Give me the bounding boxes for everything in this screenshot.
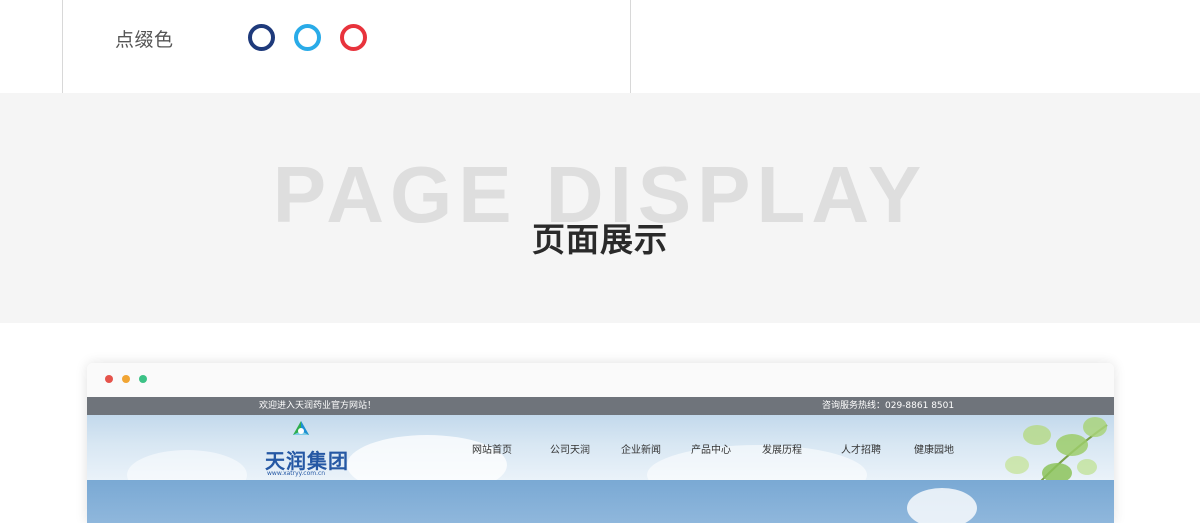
site-hero-banner bbox=[87, 480, 1114, 523]
logo-url: www.xatryy.com.cn bbox=[267, 470, 326, 477]
browser-mockup: 欢迎进入天润药业官方网站！ 咨询服务热线：029-8861 8501 天润集团 … bbox=[87, 363, 1114, 523]
cloud bbox=[127, 450, 247, 480]
leaves-decoration bbox=[1005, 417, 1108, 480]
nav-item-history[interactable]: 发展历程 bbox=[762, 441, 802, 456]
browser-title-bar bbox=[87, 363, 1114, 397]
window-maximize-dot bbox=[139, 375, 147, 383]
nav-item-news[interactable]: 企业新闻 bbox=[621, 441, 661, 456]
site-top-bar: 欢迎进入天润药业官方网站！ 咨询服务热线：029-8861 8501 bbox=[87, 397, 1114, 415]
nav-item-home[interactable]: 网站首页 bbox=[472, 441, 512, 456]
banner-title-chinese: 页面展示 bbox=[532, 220, 668, 259]
hotline-text: 咨询服务热线：029-8861 8501 bbox=[822, 401, 955, 411]
accent-swatch-red bbox=[340, 24, 367, 51]
window-minimize-dot bbox=[122, 375, 130, 383]
cloud bbox=[647, 445, 867, 480]
divider-line bbox=[630, 0, 631, 93]
page-display-banner: PAGE DISPLAY 页面展示 bbox=[0, 93, 1200, 323]
divider-line bbox=[62, 0, 63, 93]
site-header: 天润集团 www.xatryy.com.cn 网站首页 公司天润 企业新闻 产品… bbox=[87, 415, 1114, 480]
logo-icon bbox=[293, 421, 309, 435]
window-close-dot bbox=[105, 375, 113, 383]
accent-swatch-sky-blue bbox=[294, 24, 321, 51]
nav-item-company[interactable]: 公司天润 bbox=[550, 441, 590, 456]
cloud bbox=[907, 488, 977, 523]
accent-color-section: 点缀色 bbox=[0, 0, 1200, 93]
nav-item-products[interactable]: 产品中心 bbox=[691, 441, 731, 456]
accent-color-label: 点缀色 bbox=[115, 29, 174, 51]
accent-swatch-dark-blue bbox=[248, 24, 275, 51]
site-logo[interactable]: 天润集团 www.xatryy.com.cn bbox=[265, 419, 355, 477]
welcome-text: 欢迎进入天润药业官方网站！ bbox=[259, 401, 377, 411]
nav-item-careers[interactable]: 人才招聘 bbox=[841, 441, 881, 456]
nav-item-health[interactable]: 健康园地 bbox=[914, 441, 954, 456]
